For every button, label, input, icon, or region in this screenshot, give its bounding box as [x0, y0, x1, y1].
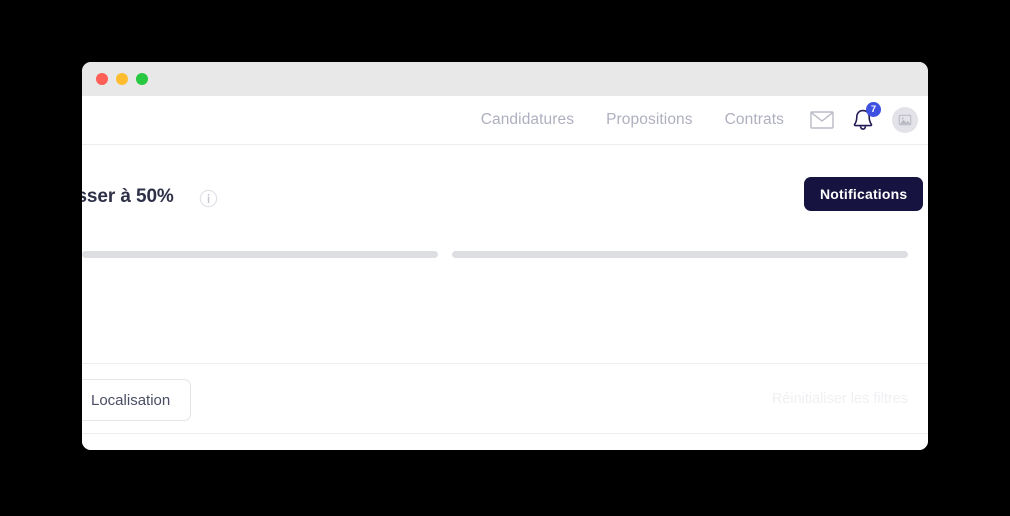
- nav-link-contrats[interactable]: Contrats: [725, 111, 784, 129]
- progress-segment-1: [82, 250, 438, 258]
- nav-icon-group: 7: [810, 96, 918, 144]
- traffic-light-group: [96, 73, 148, 85]
- top-navigation-bar: Candidatures Propositions Contrats 7: [82, 96, 928, 145]
- filter-row: Localisation Réinitialiser les filtres: [82, 379, 928, 421]
- divider-above-results: [82, 433, 928, 434]
- maximize-window-button[interactable]: [136, 73, 148, 85]
- info-circle-icon[interactable]: [199, 189, 218, 213]
- mail-icon[interactable]: [810, 111, 834, 129]
- reset-filters-link[interactable]: Réinitialiser les filtres: [772, 391, 908, 407]
- notification-count-badge: 7: [866, 102, 881, 117]
- minimize-window-button[interactable]: [116, 73, 128, 85]
- browser-window: Candidatures Propositions Contrats 7 Not…: [82, 62, 928, 450]
- avatar-image-placeholder-icon: [898, 114, 912, 126]
- nav-link-candidatures[interactable]: Candidatures: [481, 111, 574, 129]
- progress-bar-track: [82, 249, 928, 259]
- bell-icon[interactable]: 7: [852, 102, 881, 132]
- completion-title: asser à 50%: [82, 186, 174, 207]
- nav-link-propositions[interactable]: Propositions: [606, 111, 693, 129]
- filter-localisation-button[interactable]: Localisation: [82, 379, 192, 421]
- profile-completion-row: asser à 50% Voir moins: [82, 186, 928, 226]
- window-titlebar: [82, 62, 928, 96]
- page-content: Candidatures Propositions Contrats 7 Not…: [82, 96, 928, 450]
- avatar[interactable]: [892, 107, 918, 133]
- divider-above-filters: [82, 363, 928, 364]
- notifications-tooltip: Notifications: [804, 177, 924, 211]
- progress-segment-2: [452, 250, 908, 258]
- nav-link-group: Candidatures Propositions Contrats: [481, 96, 784, 144]
- close-window-button[interactable]: [96, 73, 108, 85]
